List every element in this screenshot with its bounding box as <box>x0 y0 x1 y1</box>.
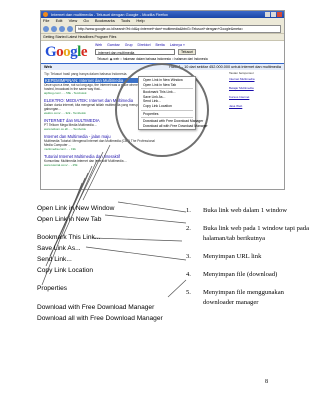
label-properties: Properties <box>37 285 68 292</box>
item-text: Buka link web dalam 1 window <box>203 207 288 214</box>
label-open-new-window: Open Link in New Window <box>37 205 115 212</box>
item-number: 4. <box>186 271 191 278</box>
label-copy-link-location: Copy Link Location <box>37 267 94 274</box>
list-item: 3. Menyimpan URL link <box>186 252 316 262</box>
item-number: 5. <box>186 289 191 296</box>
list-item: 5. Menyimpan file menggunakan downloader… <box>186 288 316 308</box>
list-item: 4. Menyimpan file (download) <box>186 270 316 280</box>
explanation-list: 1. Buka link web dalam 1 window 2. Buka … <box>186 206 316 316</box>
label-open-new-tab: Open Link in New Tab <box>37 216 102 223</box>
item-number: 1. <box>186 207 191 214</box>
item-number: 2. <box>186 225 191 232</box>
list-item: 1. Buka link web dalam 1 window <box>186 206 316 216</box>
page-number: 8 <box>265 379 268 385</box>
label-send-link: Send Link... <box>37 256 72 263</box>
item-text: Menyimpan file menggunakan downloader ma… <box>203 289 284 306</box>
label-download-fdm: Download with Free Download Manager <box>37 304 155 311</box>
item-text: Menyimpan file (download) <box>203 271 278 278</box>
item-text: Buka link web pada 1 window tapi pada ha… <box>203 225 310 242</box>
label-bookmark-link: Bookmark This Link... <box>37 234 101 241</box>
label-download-all-fdm: Download all with Free Download Manager <box>37 315 163 322</box>
label-save-link-as: Save Link As... <box>37 245 81 252</box>
list-item: 2. Buka link web pada 1 window tapi pada… <box>186 224 316 244</box>
item-text: Menyimpan URL link <box>203 253 262 260</box>
item-number: 3. <box>186 253 191 260</box>
